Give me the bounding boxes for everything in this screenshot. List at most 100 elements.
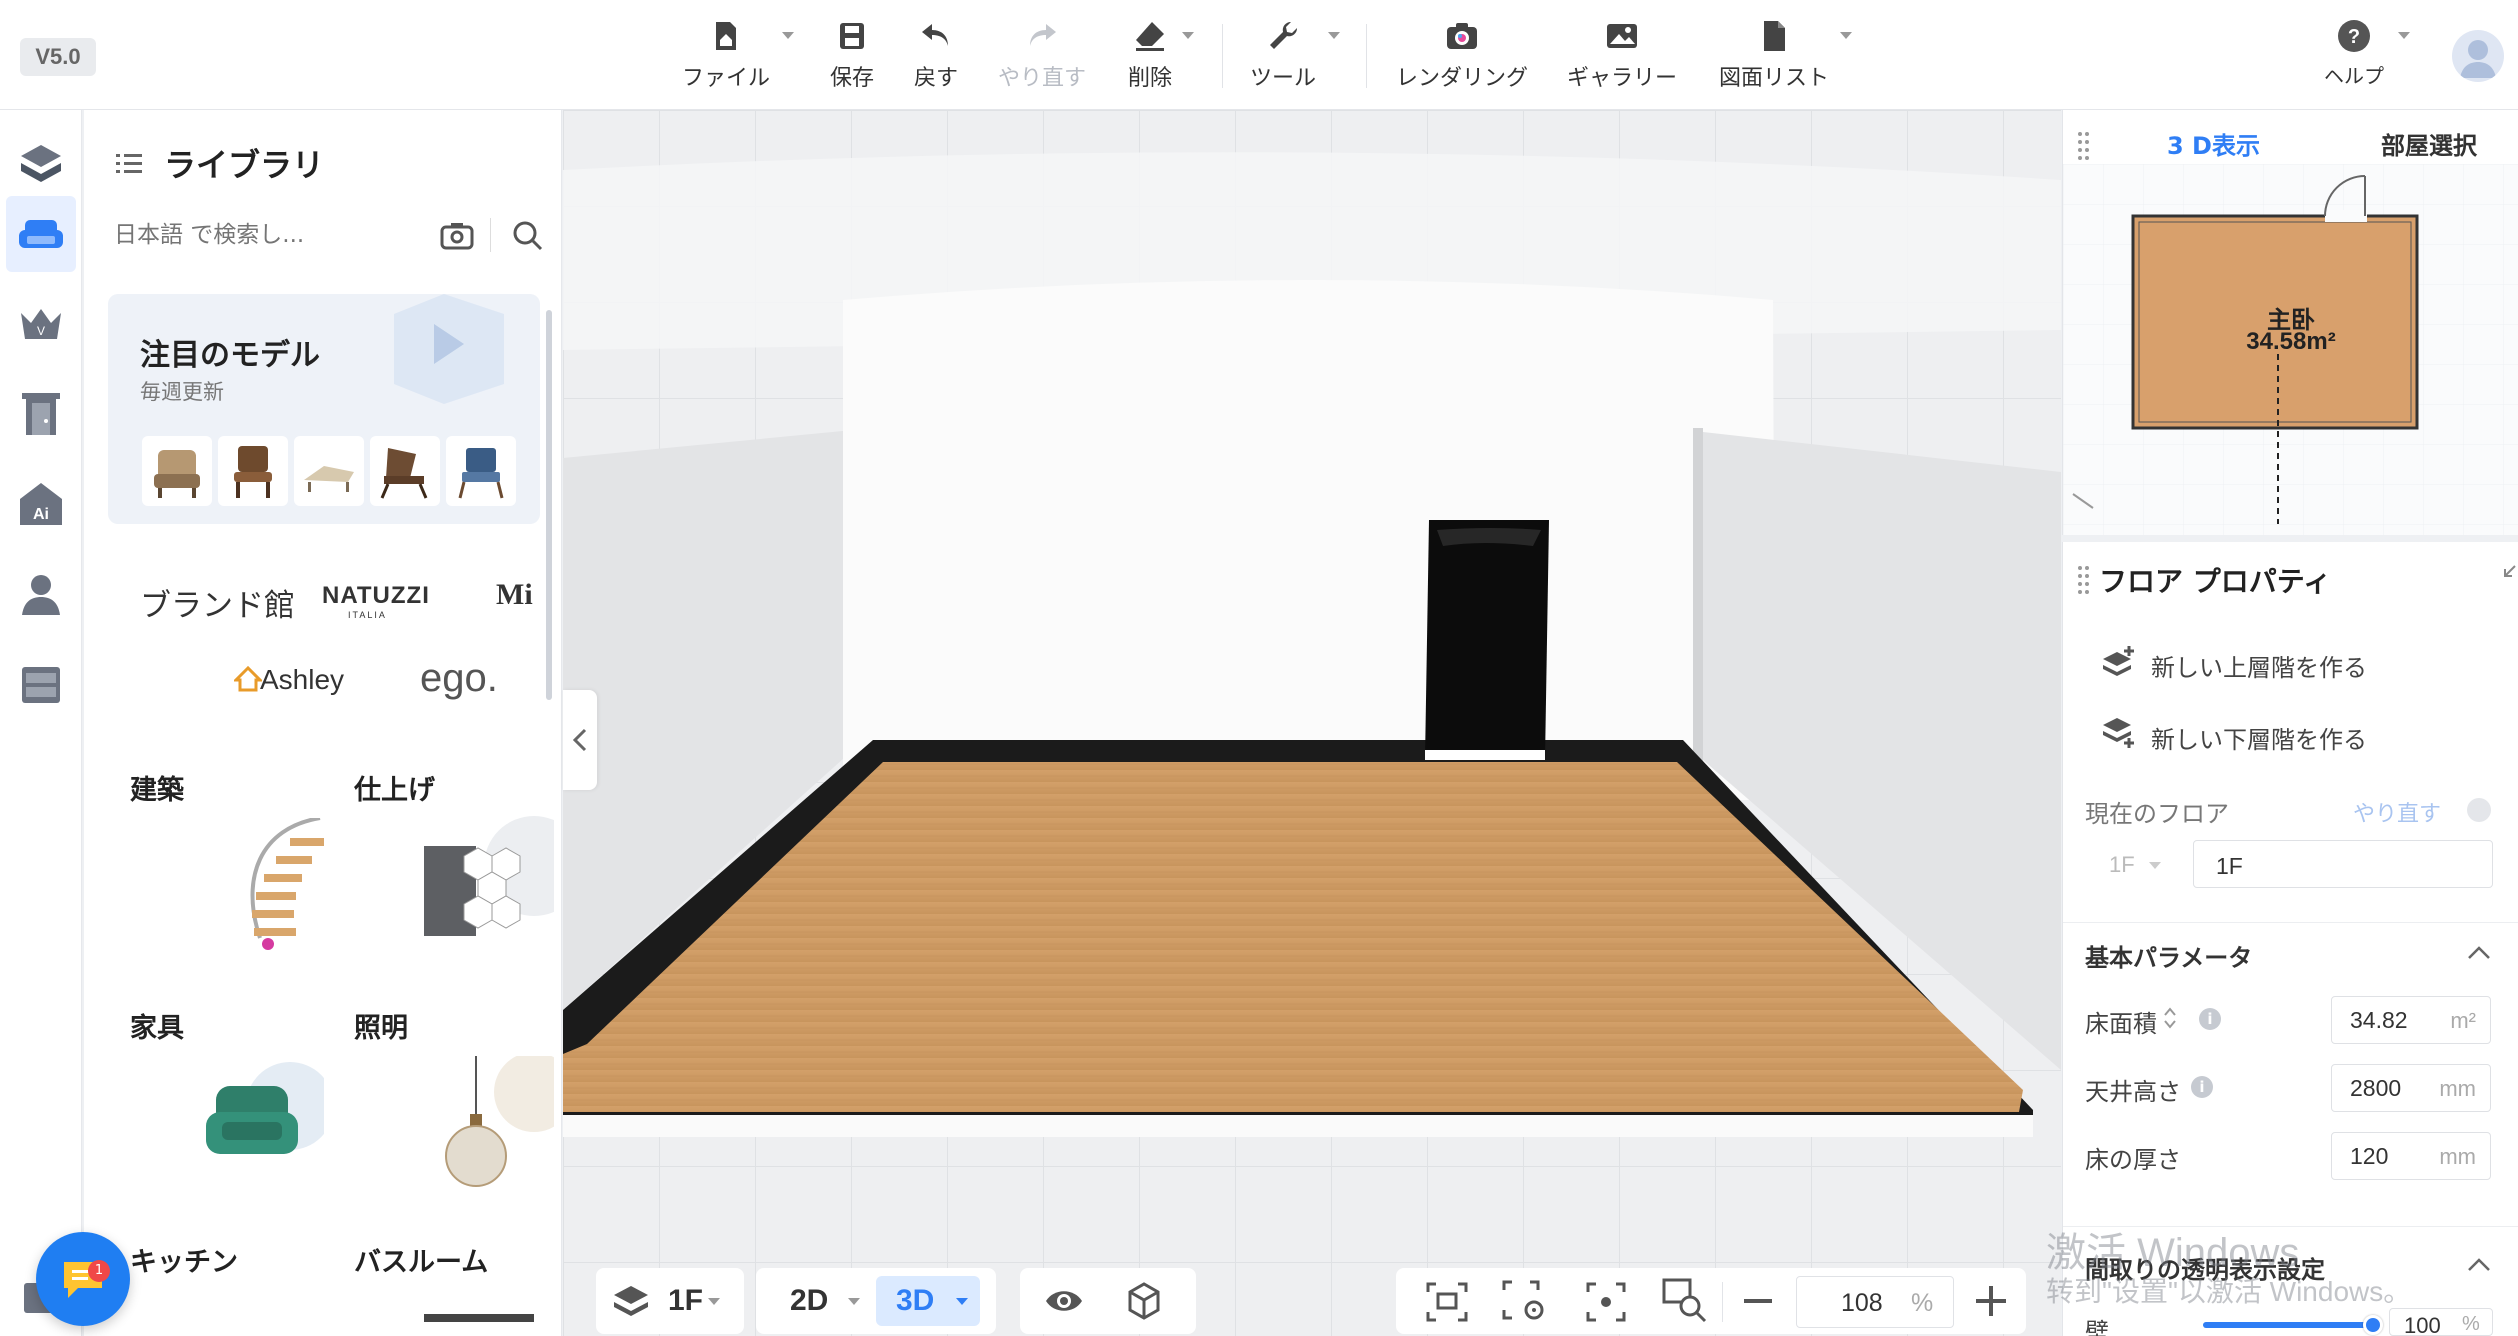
drawing-list-caret-icon[interactable]: [1840, 32, 1852, 39]
view-3d-caret-icon: [956, 1298, 968, 1305]
category-architecture-label[interactable]: 建築: [130, 768, 184, 807]
tools-caret-icon[interactable]: [1328, 32, 1340, 39]
cube-wireframe-icon[interactable]: [1124, 1280, 1164, 1322]
rail-item-ai-design[interactable]: Ai: [6, 466, 76, 542]
new-upper-floor-button[interactable]: 新しい上層階を作る: [2101, 642, 2401, 682]
wrench-icon: [1270, 21, 1298, 49]
featured-thumb-lounge-chair[interactable]: [370, 436, 440, 506]
floor-switcher[interactable]: 1F: [596, 1268, 744, 1334]
image-search-camera-icon[interactable]: [440, 222, 474, 250]
gallery-button[interactable]: ギャラリー: [1566, 18, 1678, 98]
library-search-input[interactable]: [114, 208, 384, 262]
floor-level-select[interactable]: 1F: [2085, 840, 2165, 888]
brand-mi[interactable]: Mi: [496, 578, 533, 612]
floor-name-input[interactable]: 1F: [2193, 840, 2493, 888]
rail-item-premium[interactable]: V: [6, 286, 76, 362]
new-lower-floor-button[interactable]: 新しい下層階を作る: [2101, 714, 2401, 754]
chevron-up-icon[interactable]: [2467, 1256, 2491, 1272]
drag-handle-icon[interactable]: [2077, 130, 2091, 160]
list-menu-icon[interactable]: [114, 148, 144, 178]
zoom-out-minus-icon[interactable]: [1742, 1290, 1774, 1312]
view-3d-button[interactable]: 3D: [876, 1276, 980, 1326]
version-badge: V5.0: [20, 38, 96, 76]
help-question-icon: ?: [2338, 20, 2370, 52]
floor-area-input[interactable]: 34.82 m²: [2331, 996, 2491, 1044]
floor-thickness-input[interactable]: 120 mm: [2331, 1132, 2491, 1180]
file-home-icon: [716, 22, 736, 50]
floor-redo-link[interactable]: やり直す: [2353, 796, 2441, 828]
category-finishes-label[interactable]: 仕上げ: [354, 768, 435, 807]
featured-thumb-armchair[interactable]: [142, 436, 212, 506]
3d-viewport[interactable]: [563, 110, 2061, 1336]
user-avatar[interactable]: [2452, 30, 2504, 82]
brand-ashley[interactable]: Ashley: [260, 664, 344, 696]
view-settings-icon[interactable]: [1502, 1280, 1546, 1322]
rendering-button[interactable]: レンダリング: [1394, 18, 1530, 98]
drawing-list-button[interactable]: 図面リスト: [1716, 18, 1832, 98]
drag-handle-icon[interactable]: [2077, 564, 2091, 594]
document-icon: [1764, 21, 1785, 51]
floor-redo-info-icon: [2467, 798, 2491, 822]
rail-item-account[interactable]: [6, 556, 76, 632]
file-caret-icon[interactable]: [782, 32, 794, 39]
zoom-in-plus-icon[interactable]: [1974, 1284, 2008, 1318]
ceiling-height-info-icon[interactable]: i: [2191, 1076, 2213, 1098]
brand-ego[interactable]: ego.: [420, 656, 498, 701]
rail-item-storage[interactable]: [6, 646, 76, 722]
wall-transparency-handle[interactable]: [2363, 1315, 2383, 1335]
rail-item-floorplan[interactable]: [6, 126, 76, 202]
tools-menu-button[interactable]: ツール: [1248, 18, 1318, 98]
chevron-up-icon[interactable]: [2467, 944, 2491, 960]
category-kitchen-label[interactable]: キッチン: [130, 1240, 238, 1279]
zoom-level-input[interactable]: 108 %: [1796, 1276, 1954, 1328]
redo-button[interactable]: やり直す: [994, 18, 1090, 98]
featured-thumb-blue-chair[interactable]: [446, 436, 516, 506]
sofa-image[interactable]: [194, 1056, 324, 1196]
category-furniture-label[interactable]: 家具: [130, 1006, 184, 1045]
3d-room-scene[interactable]: [563, 110, 2061, 1336]
staircase-image[interactable]: [210, 818, 340, 958]
wall-transparency-input[interactable]: 100 %: [2389, 1308, 2493, 1336]
featured-thumb-chair[interactable]: [218, 436, 288, 506]
eye-icon[interactable]: [1044, 1282, 1084, 1320]
sofa-icon: [19, 220, 63, 248]
drawing-list-label: 図面リスト: [1718, 66, 1829, 91]
undo-button[interactable]: 戻す: [906, 18, 966, 98]
bathroom-fixture-image[interactable]: [414, 1300, 544, 1336]
file-menu-button[interactable]: ファイル: [680, 18, 772, 98]
floor-name-value: 1F: [2216, 853, 2243, 879]
help-button[interactable]: ? ヘルプ: [2316, 18, 2392, 98]
delete-caret-icon[interactable]: [1182, 32, 1194, 39]
category-bathroom-label[interactable]: バスルーム: [354, 1240, 488, 1279]
rail-item-library[interactable]: [6, 196, 76, 272]
sort-arrows-icon[interactable]: [2163, 1006, 2177, 1030]
featured-models-card[interactable]: 注目のモデル 毎週更新: [108, 294, 540, 524]
tab-3d-view[interactable]: 3 D表示: [2167, 126, 2260, 161]
save-button[interactable]: 保存: [822, 18, 882, 98]
top-toolbar: V5.0 ファイル 保存 戻す やり直す 削除 ツール レンダリング ギャラリー…: [0, 0, 2518, 110]
fit-selection-icon[interactable]: [1426, 1282, 1468, 1322]
floor-area-info-icon[interactable]: i: [2199, 1008, 2221, 1030]
chat-support-button[interactable]: [36, 1232, 130, 1326]
help-caret-icon[interactable]: [2398, 32, 2410, 39]
view-2d-button[interactable]: 2D: [770, 1276, 870, 1326]
zoom-region-icon[interactable]: [1662, 1278, 1708, 1324]
focus-target-icon[interactable]: [1586, 1282, 1626, 1322]
tile-finish-image[interactable]: [424, 816, 554, 956]
rail-item-doors[interactable]: [6, 376, 76, 452]
category-lighting-label[interactable]: 照明: [354, 1006, 408, 1045]
gallery-label: ギャラリー: [1566, 66, 1677, 91]
featured-thumb-lounger[interactable]: [294, 436, 364, 506]
search-divider: [490, 218, 491, 252]
ceiling-height-input[interactable]: 2800 mm: [2331, 1064, 2491, 1112]
tab-room-select[interactable]: 部屋選択: [2381, 126, 2477, 161]
collapse-library-tab[interactable]: [563, 690, 597, 790]
library-scrollbar[interactable]: [546, 310, 552, 700]
delete-button[interactable]: 削除: [1120, 18, 1180, 98]
search-icon[interactable]: [512, 220, 544, 252]
brand-natuzzi[interactable]: NATUZZI: [322, 582, 430, 610]
featured-title: 注目のモデル: [140, 338, 320, 373]
wall-transparency-slider[interactable]: [2203, 1315, 2383, 1335]
pendant-lamp-image[interactable]: [424, 1056, 554, 1196]
panel-collapse-arrow-icon[interactable]: [2503, 564, 2517, 578]
